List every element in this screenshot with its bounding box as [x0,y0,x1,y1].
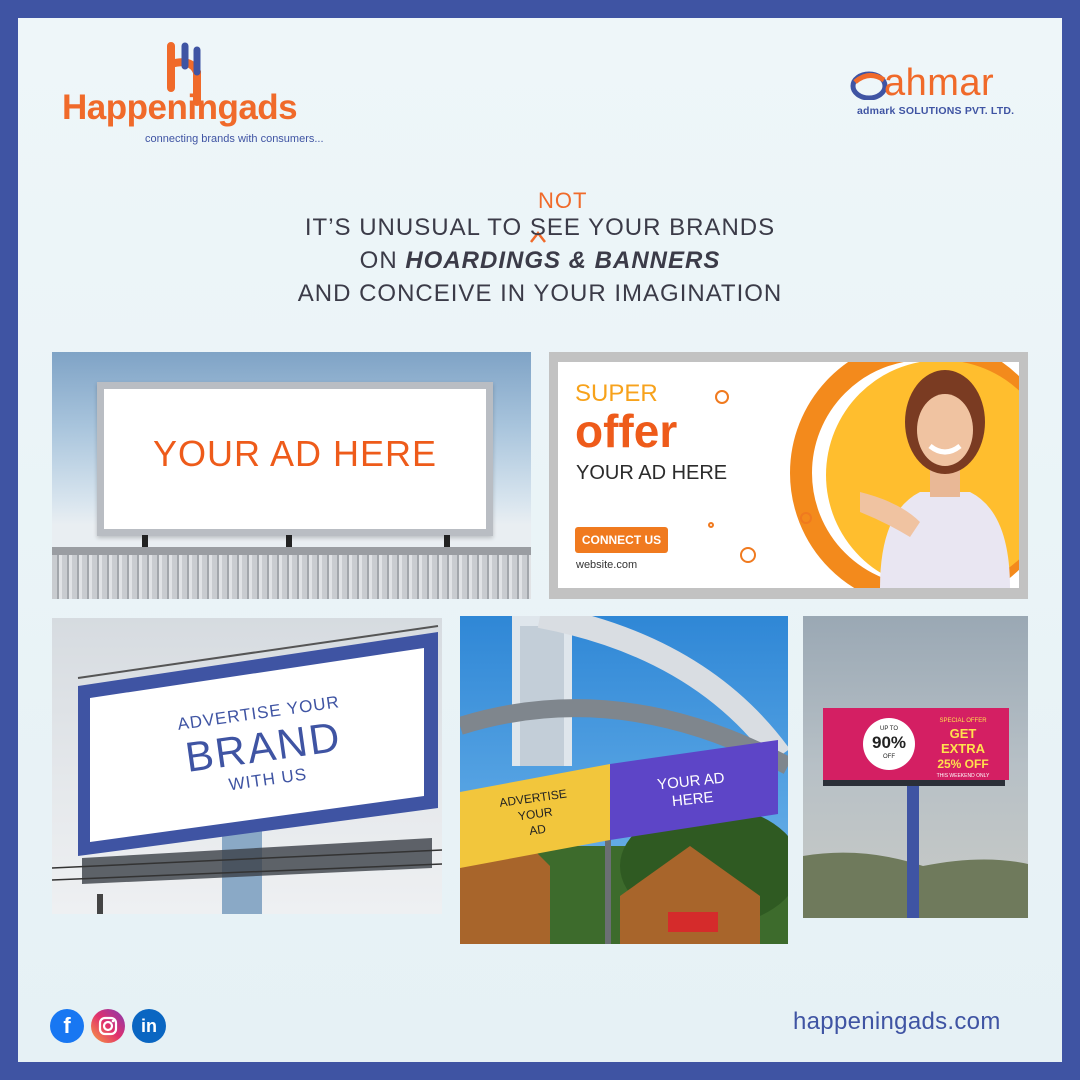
connect-us-button[interactable]: CONNECT US [575,527,668,553]
decor-dot [708,522,714,528]
svg-text:YOUR AD: YOUR AD [656,770,725,794]
ahmar-subtitle: admark SOLUTIONS PVT. LTD. [857,105,1015,117]
decor-dot [800,512,812,524]
decor-dot [740,547,756,563]
svg-text:25% OFF: 25% OFF [937,757,988,771]
happeningads-wordmark: Happeningads [62,88,298,127]
svg-text:THIS WEEKEND ONLY: THIS WEEKEND ONLY [937,773,990,779]
billboard-photo-4: ADVERTISE YOUR AD YOUR AD HERE [460,616,788,944]
roof-rail [52,547,531,555]
billboard-text: YOUR AD HERE [152,433,438,474]
website-link[interactable]: happeningads.com [793,1008,1001,1036]
billboard-5-text: UP TO 90% OFF SPECIAL OFFER GET EXTRA 25… [872,718,990,779]
woman-photo [860,370,1010,588]
headline-line-2: ON HOARDINGS & BANNERS [359,247,721,274]
headline-line-3: AND CONCEIVE IN YOUR IMAGINATION [297,280,783,307]
headline-insert-word: NOT [538,188,588,213]
ahmar-logo-mark [850,71,888,100]
banner-super-offer: SUPER offer YOUR AD HERE CONNECT US webs… [549,352,1028,599]
svg-text:YOUR: YOUR [517,805,554,824]
banner-offer-text: offer [575,405,678,457]
billboard-4-text: ADVERTISE YOUR AD YOUR AD HERE [499,770,726,838]
decor-dot [715,390,729,404]
billboard-photo-3: ADVERTISE YOUR BRAND WITH US [52,618,442,914]
instagram-icon[interactable] [91,1009,125,1043]
happeningads-tagline: connecting brands with consumers... [145,133,324,145]
billboard-photo-1: YOUR AD HERE [52,352,531,599]
billboard-board: YOUR AD HERE [97,382,493,536]
linkedin-icon[interactable]: in [132,1009,166,1043]
svg-text:EXTRA: EXTRA [941,741,986,756]
roof-fence [52,555,531,599]
banner-website: website.com [576,559,638,571]
svg-text:SPECIAL OFFER: SPECIAL OFFER [939,718,987,724]
billboard-3-text: ADVERTISE YOUR BRAND WITH US [176,692,344,794]
ahmar-wordmark: ahmar [884,62,995,104]
svg-text:UP TO: UP TO [880,726,898,732]
svg-text:AD: AD [528,822,547,838]
headline-emphasis: HOARDINGS & BANNERS [405,247,721,274]
svg-text:HERE: HERE [671,789,714,810]
facebook-icon[interactable]: f [50,1009,84,1043]
svg-text:OFF: OFF [883,754,895,760]
poster: Happeningads connecting brands with cons… [18,18,1062,1062]
billboard-photo-5: UP TO 90% OFF SPECIAL OFFER GET EXTRA 25… [803,616,1028,918]
svg-text:90%: 90% [872,733,906,752]
banner-ad-text: YOUR AD HERE [576,462,728,484]
svg-text:GET: GET [950,726,977,741]
banner-inner: SUPER offer YOUR AD HERE CONNECT US webs… [558,362,1019,588]
headline-line-1: IT’S UNUSUAL TO SEE YOUR BRANDS [304,214,776,241]
